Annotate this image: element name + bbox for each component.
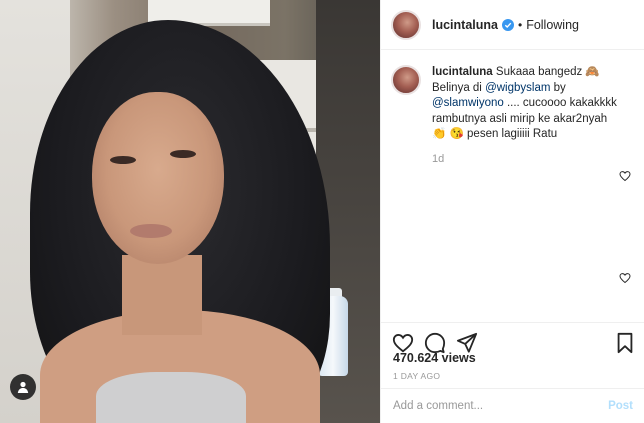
caption-text-1: Sukaaa bangedz 🙈 — [495, 66, 600, 78]
mention-link-slamwiyono[interactable]: @slamwiyono — [432, 97, 504, 109]
comment-input[interactable] — [393, 400, 609, 412]
following-button[interactable]: Following — [526, 18, 579, 32]
mention-link-wigbyslam[interactable]: @wigbyslam — [485, 82, 550, 94]
header-username[interactable]: lucintaluna — [432, 18, 498, 32]
subject-top — [96, 372, 246, 423]
caption-timestamp[interactable]: 1d — [432, 153, 635, 165]
verified-badge-icon — [501, 18, 514, 31]
posted-time[interactable]: 1 DAY AGO — [393, 371, 440, 381]
subject-face — [92, 92, 224, 264]
user-tag-icon[interactable] — [10, 374, 36, 400]
caption-username[interactable]: lucintaluna — [432, 66, 493, 78]
bookmark-icon[interactable] — [613, 331, 637, 355]
caption-text: lucintaluna Sukaaa bangedz 🙈 Belinya di … — [432, 65, 622, 143]
separator-dot: • — [517, 17, 523, 32]
subject-eye-left — [110, 156, 136, 164]
caption-text-3: by — [550, 81, 566, 94]
post-video[interactable] — [0, 0, 380, 423]
post-side-panel: lucintaluna • Following lucintaluna Suka… — [380, 0, 644, 423]
post-header: lucintaluna • Following — [381, 0, 644, 50]
comments-section: lucintaluna Sukaaa bangedz 🙈 Belinya di … — [381, 51, 644, 321]
subject-lips — [130, 224, 172, 238]
caption-row: lucintaluna Sukaaa bangedz 🙈 Belinya di … — [391, 65, 635, 143]
comment-like-heart-icon[interactable] — [619, 271, 633, 285]
comment-like-heart-icon[interactable] — [619, 169, 633, 183]
post-comment-button[interactable]: Post — [608, 400, 633, 412]
add-comment-bar: Post — [381, 388, 644, 423]
avatar[interactable] — [391, 9, 421, 40]
subject-neck — [122, 255, 202, 335]
caption-avatar[interactable] — [391, 65, 421, 95]
subject-eye-right — [170, 150, 196, 158]
view-count[interactable]: 470.624 views — [393, 351, 476, 365]
caption-text-2: Belinya di — [432, 81, 486, 94]
